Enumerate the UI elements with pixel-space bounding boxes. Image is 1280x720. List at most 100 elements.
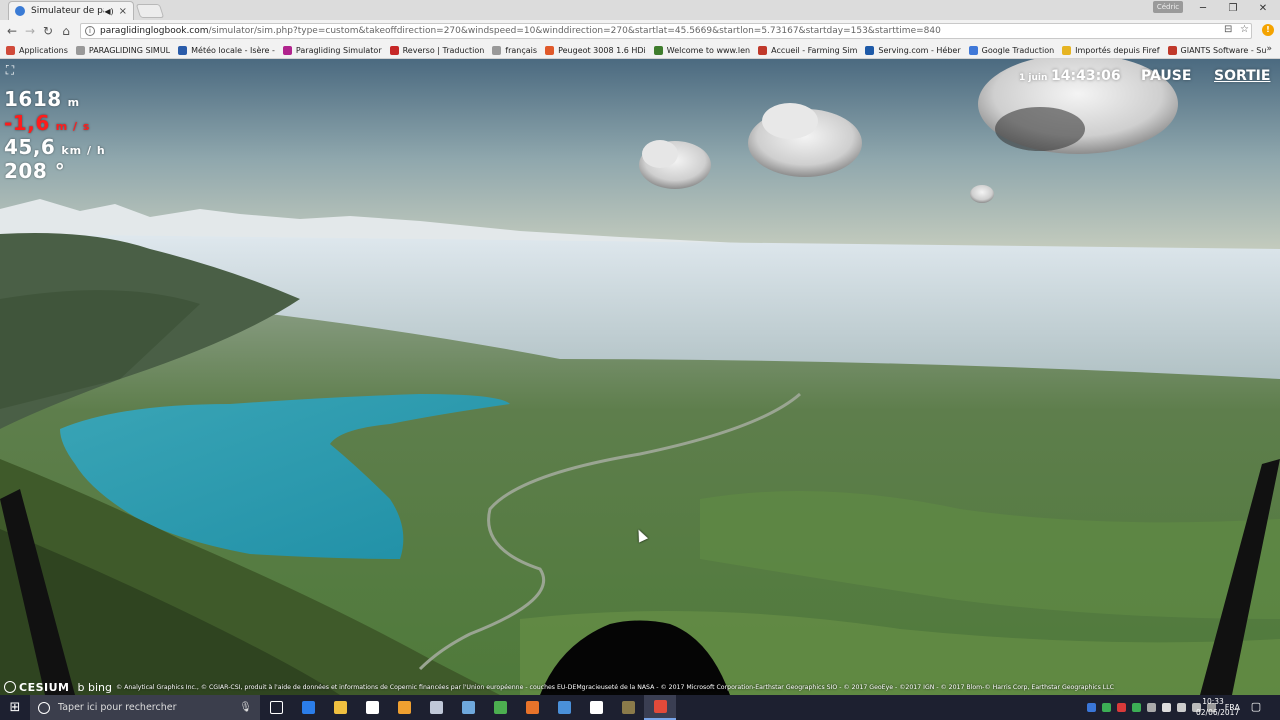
translate-icon[interactable]: ⊟ — [1224, 24, 1232, 35]
bookmarks-overflow-button[interactable]: » — [1266, 44, 1272, 54]
network-icon[interactable] — [1176, 703, 1186, 712]
profile-badge[interactable]: Cédric — [1153, 1, 1183, 13]
taskbar-clock[interactable]: 10:33 02/06/2017 — [1196, 696, 1240, 718]
minimize-button[interactable]: ─ — [1188, 1, 1218, 17]
bookmark-label: Applications — [19, 45, 68, 55]
tray-icon-4[interactable] — [1131, 703, 1141, 712]
tray-icon-3[interactable] — [1116, 703, 1126, 712]
app-icon-12[interactable] — [612, 695, 644, 720]
bookmark-item[interactable]: Météo locale - Isère - — [178, 45, 275, 55]
tab-audio-icon[interactable]: ◀) — [104, 7, 113, 16]
forward-arrow-icon[interactable]: → — [22, 23, 38, 39]
bing-logo[interactable]: b bing — [77, 681, 111, 694]
chrome-icon-glyph — [653, 700, 667, 713]
app-icon-6-glyph — [429, 701, 443, 714]
task-view-icon[interactable] — [260, 695, 292, 720]
taskbar-date: 02/06/2017 — [1196, 708, 1240, 717]
taskbar-search[interactable]: Taper ici pour rechercher 🎙 — [30, 695, 260, 720]
vario-readout: -1,6 m / s — [4, 111, 90, 135]
bookmark-item[interactable]: Welcome to www.len — [653, 45, 750, 55]
altitude-readout: 1618 m — [4, 87, 80, 111]
browser-alert-icon[interactable]: ! — [1262, 24, 1274, 36]
url-path: /simulator/sim.php?type=custom&takeoffdi… — [208, 26, 941, 36]
task-view-icon-glyph — [269, 701, 283, 714]
sim-clock: 14:43:06 — [1051, 68, 1121, 84]
altitude-unit: m — [67, 96, 81, 109]
bookmark-item[interactable]: Accueil - Farming Sim — [758, 45, 858, 55]
bookmark-item[interactable]: Paragliding Simulator — [282, 45, 382, 55]
browser-tab-strip: Simulateur de parapente ◀) × Cédric ─ ❐ … — [0, 0, 1280, 20]
bookmark-label: Accueil - Farming Sim — [771, 45, 858, 55]
cortana-icon — [38, 701, 50, 714]
reload-icon[interactable]: ↻ — [40, 23, 56, 39]
browser-tab[interactable]: Simulateur de parapente ◀) × — [8, 1, 134, 20]
cloud-sync-icon[interactable] — [1146, 703, 1156, 712]
cesium-logo[interactable]: CESIUM — [4, 681, 69, 694]
battery-icon[interactable] — [1161, 703, 1171, 712]
address-bar[interactable]: i paraglidinglogbook.com/simulator/sim.p… — [80, 23, 1252, 39]
exit-link[interactable]: SORTIE — [1214, 68, 1270, 84]
mail-icon[interactable] — [580, 695, 612, 720]
microphone-icon[interactable]: 🎙 — [239, 702, 252, 713]
windows-start-icon[interactable]: ⊞ — [0, 695, 30, 720]
site-favicon-icon — [15, 6, 25, 16]
bookmark-favicon-icon — [282, 45, 292, 55]
bookmark-item[interactable]: Applications — [6, 45, 68, 55]
bookmark-star-icon[interactable]: ☆ — [1240, 24, 1249, 35]
tab-close-icon[interactable]: × — [119, 6, 127, 17]
tray-icon-1[interactable] — [1086, 703, 1096, 712]
home-icon[interactable]: ⌂ — [58, 23, 74, 39]
edge-icon[interactable] — [292, 695, 324, 720]
browser-toolbar: ← → ↻ ⌂ i paraglidinglogbook.com/simulat… — [0, 20, 1280, 42]
tab-title: Simulateur de parapente — [31, 6, 104, 16]
bookmark-item[interactable]: Importés depuis Firef — [1062, 45, 1160, 55]
app-icon-6[interactable] — [420, 695, 452, 720]
fullscreen-icon[interactable]: ⛶ — [3, 63, 17, 77]
bookmark-item[interactable]: GIANTS Software - Su — [1167, 45, 1267, 55]
pinned-apps — [260, 695, 676, 720]
terrain-scene — [0, 59, 1280, 695]
vario-unit: m / s — [55, 120, 91, 133]
bookmark-favicon-icon — [178, 45, 188, 55]
firefox-icon-glyph — [525, 701, 539, 714]
bookmark-favicon-icon — [1062, 45, 1072, 55]
bookmark-label: GIANTS Software - Su — [1180, 45, 1267, 55]
bookmark-favicon-icon — [75, 45, 85, 55]
close-window-button[interactable]: ✕ — [1248, 1, 1278, 17]
bookmark-item[interactable]: Serving.com - Héber — [865, 45, 961, 55]
tray-icon-2[interactable] — [1101, 703, 1111, 712]
app-icon-10-glyph — [557, 701, 571, 714]
app-icon-7[interactable] — [452, 695, 484, 720]
vario-value: -1,6 — [4, 111, 50, 135]
heading-value: 208 ° — [4, 159, 66, 183]
bookmark-label: Paragliding Simulator — [295, 45, 382, 55]
file-explorer-icon[interactable] — [324, 695, 356, 720]
simulator-3d-view[interactable] — [0, 59, 1280, 695]
media-player-icon[interactable] — [388, 695, 420, 720]
app-icon-8[interactable] — [484, 695, 516, 720]
bookmark-favicon-icon — [653, 45, 663, 55]
chrome-icon[interactable] — [644, 695, 676, 720]
firefox-icon[interactable] — [516, 695, 548, 720]
back-arrow-icon[interactable]: ← — [4, 23, 20, 39]
new-tab-button[interactable] — [135, 4, 165, 18]
speed-readout: 45,6 km / h — [4, 135, 106, 159]
action-center-icon[interactable]: ▢ — [1249, 700, 1263, 714]
bookmark-favicon-icon — [545, 45, 555, 55]
bookmark-favicon-icon — [968, 45, 978, 55]
maximize-button[interactable]: ❐ — [1218, 1, 1248, 17]
bookmark-item[interactable]: français — [492, 45, 538, 55]
store-icon[interactable] — [356, 695, 388, 720]
bookmark-item[interactable]: Google Traduction — [968, 45, 1054, 55]
bookmark-item[interactable]: PARAGLIDING SIMUL — [75, 45, 170, 55]
bookmark-label: français — [505, 45, 538, 55]
bookmark-item[interactable]: Peugeot 3008 1.6 HDi — [545, 45, 646, 55]
bookmark-item[interactable]: Reverso | Traduction — [389, 45, 484, 55]
site-info-icon[interactable]: i — [85, 26, 95, 36]
taskbar-time: 10:33 — [1202, 697, 1224, 706]
pause-button[interactable]: PAUSE — [1141, 68, 1191, 84]
speed-unit: km / h — [61, 144, 106, 157]
app-icon-10[interactable] — [548, 695, 580, 720]
imagery-attribution: © Analytical Graphics Inc., © CGIAR-CSI,… — [115, 683, 1114, 691]
edge-icon-glyph — [301, 701, 315, 714]
